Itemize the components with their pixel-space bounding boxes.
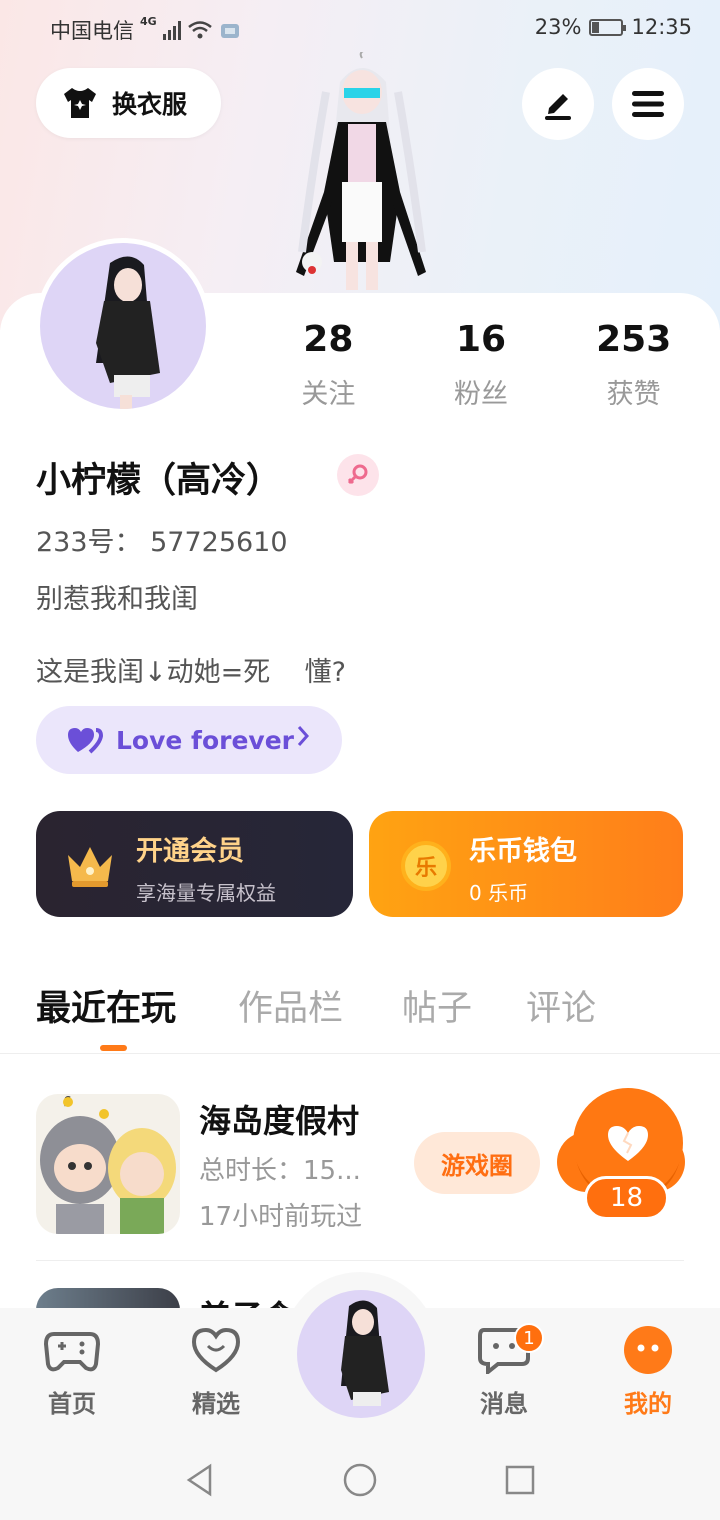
stat-likes[interactable]: 253 获赞 [557,318,710,411]
row-divider [36,1260,684,1261]
coin-icon: 乐 [401,841,451,891]
chevron-right-icon [297,726,310,746]
game-circle-button[interactable]: 游戏圈 [414,1132,540,1194]
crown-icon [68,847,112,887]
face-icon [624,1326,672,1374]
clock: 12:35 [631,15,692,39]
nav-featured[interactable]: 精选 [166,1326,266,1419]
stat-fans-label: 粉丝 [454,379,508,410]
stat-likes-label: 获赞 [606,379,661,410]
home-circle-icon [343,1463,377,1497]
nav-mine[interactable]: 我的 [598,1326,698,1419]
stat-likes-value: 253 [596,319,672,360]
nav-avatar-figure [341,1300,389,1406]
wallet-balance: 0 乐币 [469,881,529,905]
stat-following-value: 28 [303,319,354,360]
game-thumbnail [36,1094,180,1234]
battery-icon [589,18,627,36]
coin-wallet-card[interactable]: 乐 乐币钱包 0 乐币 [369,811,683,917]
messages-unread-badge: 1 [514,1323,544,1353]
stat-following-label: 关注 [301,379,356,410]
heart-icon [608,1126,648,1161]
menu-button[interactable] [612,68,684,140]
game-name: 海岛度假村 [199,1102,360,1140]
tab-active-indicator [100,1045,127,1051]
relationship-label: Love forever [116,725,294,755]
tab-recently-played[interactable]: 最近在玩 [36,980,176,1031]
stat-following[interactable]: 28 关注 [252,318,405,411]
change-outfit-label: 换衣服 [112,90,188,119]
menu-icon [632,91,664,117]
carrier-label: 中国电信 [50,19,134,43]
coin-glyph: 乐 [414,856,437,881]
tab-posts[interactable]: 帖子 [402,980,472,1031]
recents-button[interactable] [502,1462,538,1498]
heart-outline-icon [191,1327,241,1373]
like-count: 18 [584,1176,669,1220]
battery-percent: 23% [534,15,582,39]
avatar-figure [96,256,160,409]
game-last-played: 17小时前玩过 [199,1202,363,1232]
nav-home[interactable]: 首页 [22,1326,122,1419]
game-total-time: 总时长：15... [199,1156,361,1186]
relationship-pill[interactable]: Love forever [36,706,342,774]
wifi-icon [187,21,212,39]
signal-icon [162,20,181,40]
wallet-title: 乐币钱包 [469,836,577,867]
recents-square-icon [505,1465,535,1495]
nav-featured-label: 精选 [192,1390,240,1418]
stat-fans-value: 16 [455,319,507,360]
vip-title: 开通会员 [136,836,244,867]
pencil-icon [545,94,571,120]
nav-home-label: 首页 [48,1390,96,1418]
back-triangle-icon [186,1463,212,1497]
back-button[interactable] [182,1462,218,1498]
home-button[interactable] [342,1462,378,1498]
female-icon [347,464,368,485]
vip-subtitle: 享海量专属权益 [136,881,276,905]
status-bar: 中国电信 4G 23% 12:35 [0,0,720,56]
bio-line-2: 这是我闺↓动她=死 懂? [36,657,346,688]
gamepad-icon [43,1332,101,1372]
app-notification-icon [220,24,239,38]
nav-messages-label: 消息 [480,1390,528,1418]
profile-avatar[interactable] [35,238,211,414]
nav-center-avatar[interactable] [297,1290,425,1418]
profile-stats: 28 关注 16 粉丝 253 获赞 [252,318,710,411]
nav-mine-label: 我的 [624,1390,672,1418]
edit-profile-button[interactable] [522,68,594,140]
tab-comments[interactable]: 评论 [526,980,596,1031]
username: 小柠檬（高冷） [36,461,282,501]
tshirt-icon [64,88,96,118]
avatar-character-figure [296,52,426,290]
content-tabs: 最近在玩 作品栏 帖子 评论 [0,980,720,1054]
vip-membership-card[interactable]: 开通会员 享海量专属权益 [36,811,353,917]
tab-works[interactable]: 作品栏 [238,980,343,1031]
female-gender-badge [337,454,379,496]
double-heart-icon [68,728,104,754]
stat-fans[interactable]: 16 粉丝 [405,318,558,411]
change-outfit-button[interactable]: 换衣服 [36,68,221,138]
user-id: 233号： 57725610 [36,527,288,558]
bio-line-1: 别惹我和我闺 [36,584,198,615]
network-type: 4G [140,15,157,28]
